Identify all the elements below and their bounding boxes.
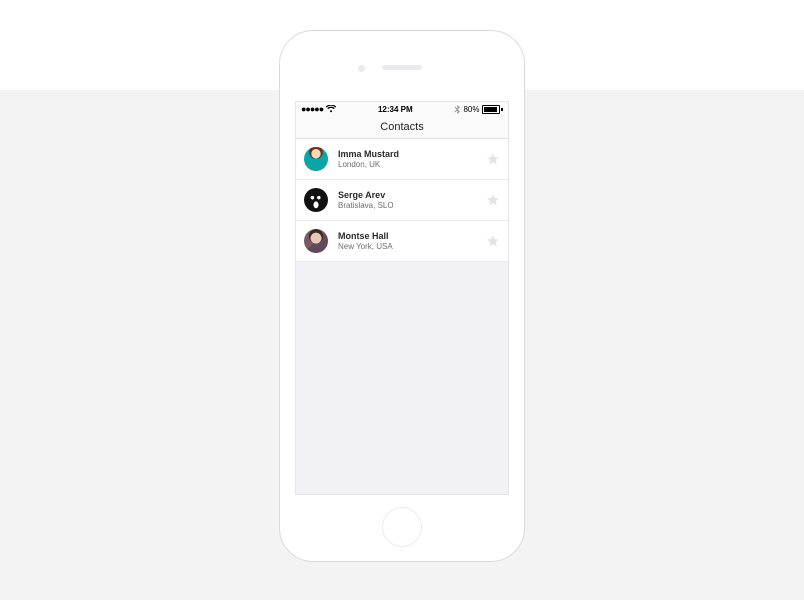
status-right: 80%	[454, 105, 503, 114]
contact-name: Montse Hall	[338, 231, 486, 241]
status-time: 12:34 PM	[378, 105, 413, 114]
phone-speaker	[382, 65, 422, 70]
contact-name: Imma Mustard	[338, 149, 486, 159]
star-icon	[486, 193, 500, 207]
phone-frame: ●●●●● 12:34 PM 80% Contacts	[279, 30, 525, 562]
contact-info: Montse Hall New York, USA	[338, 231, 486, 252]
avatar	[304, 229, 328, 253]
status-left: ●●●●●	[301, 105, 336, 114]
status-bar: ●●●●● 12:34 PM 80%	[296, 102, 508, 116]
contact-location: New York, USA	[338, 242, 486, 251]
home-button[interactable]	[382, 507, 422, 547]
star-icon	[486, 234, 500, 248]
favorite-button[interactable]	[486, 193, 500, 207]
phone-camera	[358, 65, 365, 72]
signal-dots-icon: ●●●●●	[301, 105, 323, 114]
avatar	[304, 188, 328, 212]
star-icon	[486, 152, 500, 166]
contact-row[interactable]: Serge Arev Bratislava, SLO	[296, 180, 508, 221]
contacts-list: Imma Mustard London, UK Serge Arev Brati…	[296, 139, 508, 262]
page-title: Contacts	[380, 121, 423, 133]
avatar	[304, 147, 328, 171]
wifi-icon	[326, 105, 336, 113]
contact-row[interactable]: Imma Mustard London, UK	[296, 139, 508, 180]
contact-info: Serge Arev Bratislava, SLO	[338, 190, 486, 211]
contact-row[interactable]: Montse Hall New York, USA	[296, 221, 508, 262]
battery-icon	[482, 105, 503, 114]
favorite-button[interactable]	[486, 234, 500, 248]
nav-bar: Contacts	[296, 116, 508, 139]
favorite-button[interactable]	[486, 152, 500, 166]
contact-name: Serge Arev	[338, 190, 486, 200]
contact-info: Imma Mustard London, UK	[338, 149, 486, 170]
battery-percent: 80%	[463, 105, 479, 114]
contact-location: London, UK	[338, 160, 486, 169]
bluetooth-icon	[454, 105, 460, 114]
phone-screen: ●●●●● 12:34 PM 80% Contacts	[295, 101, 509, 495]
contact-location: Bratislava, SLO	[338, 201, 486, 210]
